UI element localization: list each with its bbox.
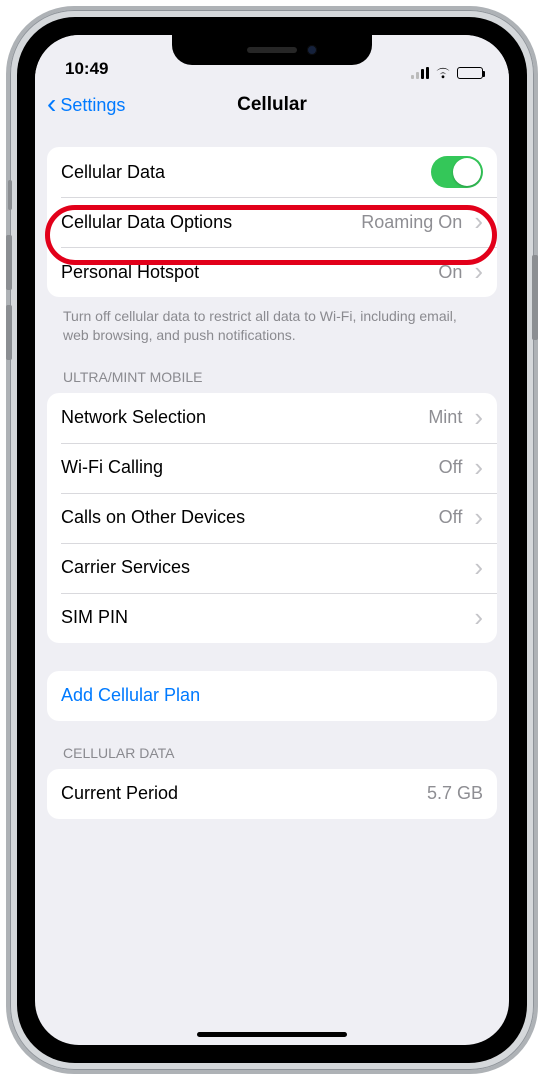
home-indicator[interactable] <box>197 1032 347 1037</box>
row-detail: Off <box>439 457 463 478</box>
group-carrier: Network Selection Mint › Wi-Fi Calling O… <box>47 393 497 643</box>
row-label: Current Period <box>61 783 419 804</box>
row-current-period[interactable]: Current Period 5.7 GB <box>47 769 497 819</box>
row-label: Personal Hotspot <box>61 262 430 283</box>
row-detail: Roaming On <box>361 212 462 233</box>
row-add-cellular-plan[interactable]: Add Cellular Plan <box>47 671 497 721</box>
notch <box>172 35 372 65</box>
chevron-right-icon: › <box>474 504 483 530</box>
battery-icon <box>457 67 483 79</box>
cellular-signal-icon <box>411 67 429 79</box>
row-detail: Off <box>439 507 463 528</box>
group-footer: Turn off cellular data to restrict all d… <box>47 297 497 345</box>
status-time: 10:49 <box>65 59 108 79</box>
chevron-right-icon: › <box>474 454 483 480</box>
row-calls-other-devices[interactable]: Calls on Other Devices Off › <box>47 493 497 543</box>
row-personal-hotspot[interactable]: Personal Hotspot On › <box>47 247 497 297</box>
row-detail: On <box>438 262 462 283</box>
row-label: Calls on Other Devices <box>61 507 431 528</box>
chevron-left-icon: ‹ <box>47 90 56 118</box>
row-wifi-calling[interactable]: Wi-Fi Calling Off › <box>47 443 497 493</box>
row-cellular-data[interactable]: Cellular Data <box>47 147 497 197</box>
chevron-right-icon: › <box>474 258 483 284</box>
chevron-right-icon: › <box>474 208 483 234</box>
wifi-icon <box>434 66 452 79</box>
row-label: Network Selection <box>61 407 420 428</box>
row-label: Wi-Fi Calling <box>61 457 431 478</box>
row-label: Add Cellular Plan <box>61 685 483 706</box>
chevron-right-icon: › <box>474 554 483 580</box>
back-button[interactable]: ‹ Settings <box>47 93 125 118</box>
row-network-selection[interactable]: Network Selection Mint › <box>47 393 497 443</box>
power-button <box>532 255 538 340</box>
screen: 10:49 ‹ Settings <box>35 35 509 1045</box>
row-label: Carrier Services <box>61 557 462 578</box>
chevron-right-icon: › <box>474 604 483 630</box>
row-detail: 5.7 GB <box>427 783 483 804</box>
row-label: SIM PIN <box>61 607 462 628</box>
group-add-plan: Add Cellular Plan <box>47 671 497 721</box>
volume-down-button <box>6 305 12 360</box>
section-header-carrier: ULTRA/MINT MOBILE <box>47 345 497 393</box>
cellular-data-toggle[interactable] <box>431 156 483 188</box>
section-header-usage: CELLULAR DATA <box>47 721 497 769</box>
chevron-right-icon: › <box>474 404 483 430</box>
row-label: Cellular Data <box>61 162 423 183</box>
row-sim-pin[interactable]: SIM PIN › <box>47 593 497 643</box>
nav-bar: ‹ Settings Cellular <box>35 81 509 129</box>
volume-up-button <box>6 235 12 290</box>
row-detail: Mint <box>428 407 462 428</box>
back-label: Settings <box>60 95 125 116</box>
row-cellular-data-options[interactable]: Cellular Data Options Roaming On › <box>47 197 497 247</box>
row-carrier-services[interactable]: Carrier Services › <box>47 543 497 593</box>
phone-frame: 10:49 ‹ Settings <box>6 6 538 1074</box>
content: Cellular Data Cellular Data Options Roam… <box>35 129 509 819</box>
mute-switch <box>8 180 12 210</box>
group-cellular: Cellular Data Cellular Data Options Roam… <box>47 147 497 297</box>
row-label: Cellular Data Options <box>61 212 353 233</box>
group-usage: Current Period 5.7 GB <box>47 769 497 819</box>
